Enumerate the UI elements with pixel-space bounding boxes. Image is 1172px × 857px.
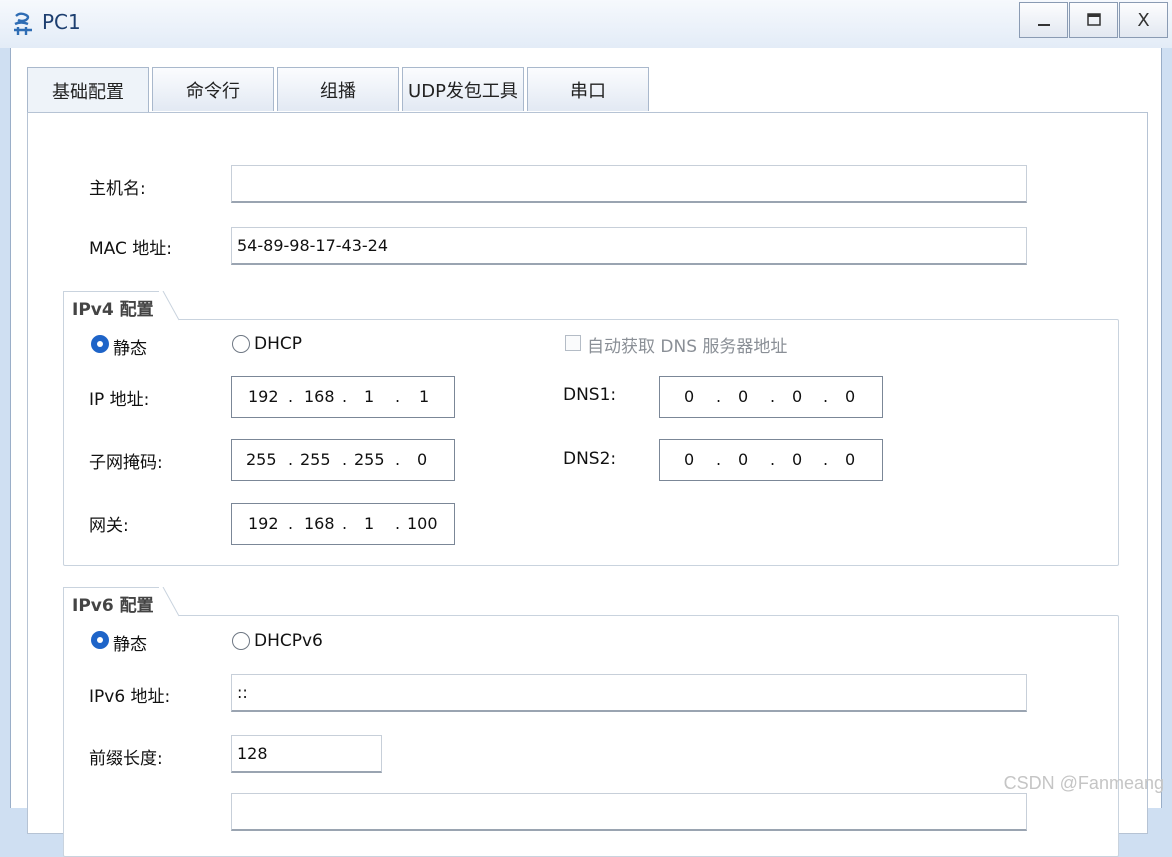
dns1-octet-4: 0: [845, 387, 856, 406]
hostname-input[interactable]: [231, 165, 1027, 203]
dns1-field[interactable]: 0 . 0 . 0 . 0: [659, 376, 883, 418]
ipv6-dhcp-radio[interactable]: [232, 632, 250, 650]
ip-octet-1: 192: [248, 387, 279, 406]
dns1-label: DNS1:: [563, 385, 617, 405]
mac-label: MAC 地址:: [89, 239, 172, 259]
basic-config-panel: 主机名: MAC 地址: 54-89-98-17-43-24 IPv4 配置 静…: [27, 112, 1148, 857]
gateway-octet-1: 192: [248, 514, 279, 533]
auto-dns-label: 自动获取 DNS 服务器地址: [587, 337, 788, 357]
subnet-mask-field[interactable]: 255 . 255 . 255 . 0: [231, 439, 455, 481]
ipv6-static-label: 静态: [113, 635, 147, 655]
minimize-icon: [1037, 24, 1050, 26]
title-bar: PC1 X: [0, 0, 1172, 48]
ipv6-static-radio[interactable]: [91, 631, 109, 649]
ip-dot: .: [395, 450, 401, 469]
tab-serial[interactable]: 串口: [527, 67, 649, 111]
ip-dot: .: [342, 387, 348, 406]
ipv6-address-field[interactable]: ::: [231, 674, 1027, 712]
gateway-octet-4: 100: [407, 514, 438, 533]
maximize-icon: [1086, 13, 1101, 26]
ip-dot: .: [395, 514, 401, 533]
dns1-octet-1: 0: [684, 387, 695, 406]
dns2-label: DNS2:: [563, 449, 617, 469]
ip-octet-3: 1: [364, 387, 375, 406]
ip-octet-2: 168: [304, 387, 335, 406]
prefix-length-label: 前缀长度:: [89, 749, 163, 769]
ip-dot: .: [288, 450, 294, 469]
ipv4-static-radio[interactable]: [91, 335, 109, 353]
mask-octet-2: 255: [300, 450, 331, 469]
ipv6-gateway-field[interactable]: [231, 793, 1027, 831]
mask-octet-1: 255: [246, 450, 277, 469]
ip-dot: .: [342, 450, 348, 469]
dns2-octet-2: 0: [738, 450, 749, 469]
tab-basic-config[interactable]: 基础配置: [27, 67, 149, 113]
ip-address-field[interactable]: 192 . 168 . 1 . 1: [231, 376, 455, 418]
gateway-octet-3: 1: [364, 514, 375, 533]
dns2-octet-3: 0: [792, 450, 803, 469]
mask-octet-4: 0: [417, 450, 428, 469]
gateway-label: 网关:: [89, 516, 129, 536]
dns2-octet-4: 0: [845, 450, 856, 469]
dns2-octet-1: 0: [684, 450, 695, 469]
ipv4-dhcp-radio[interactable]: [232, 335, 250, 353]
ip-dot: .: [716, 387, 722, 406]
auto-dns-checkbox[interactable]: [565, 335, 581, 351]
ipv4-tab-edge: [159, 291, 179, 321]
ipv4-group-title: IPv4 配置: [63, 291, 162, 322]
ipv4-dhcp-label: DHCP: [254, 334, 302, 354]
tab-udp-tool[interactable]: UDP发包工具: [402, 67, 524, 111]
close-button[interactable]: X: [1119, 2, 1168, 38]
ip-dot: .: [288, 514, 294, 533]
tab-multicast[interactable]: 组播: [277, 67, 399, 111]
ipv4-static-label: 静态: [113, 339, 147, 359]
dns1-octet-3: 0: [792, 387, 803, 406]
prefix-length-field[interactable]: 128: [231, 735, 382, 773]
tab-command-line[interactable]: 命令行: [152, 67, 274, 111]
ipv6-group-title: IPv6 配置: [63, 587, 162, 618]
mask-octet-3: 255: [354, 450, 385, 469]
dns2-field[interactable]: 0 . 0 . 0 . 0: [659, 439, 883, 481]
pc-app-icon: [14, 12, 32, 35]
maximize-button[interactable]: [1069, 2, 1118, 38]
ip-dot: .: [823, 450, 829, 469]
ipv6-dhcp-label: DHCPv6: [254, 631, 323, 651]
ip-dot: .: [770, 450, 776, 469]
gateway-octet-2: 168: [304, 514, 335, 533]
ip-octet-4: 1: [419, 387, 430, 406]
minimize-button[interactable]: [1019, 2, 1068, 38]
ip-dot: .: [770, 387, 776, 406]
window-body: 基础配置 命令行 组播 UDP发包工具 串口 主机名: MAC 地址: 54-8…: [10, 48, 1162, 857]
subnet-mask-label: 子网掩码:: [89, 453, 163, 473]
ip-dot: .: [342, 514, 348, 533]
ipv6-address-label: IPv6 地址:: [89, 687, 171, 707]
ip-dot: .: [716, 450, 722, 469]
ip-dot: .: [288, 387, 294, 406]
tab-strip: 基础配置 命令行 组播 UDP发包工具 串口: [27, 67, 652, 113]
mac-address-field[interactable]: 54-89-98-17-43-24: [231, 227, 1027, 265]
watermark: CSDN @Fanmeang: [1003, 773, 1164, 793]
gateway-field[interactable]: 192 . 168 . 1 . 100: [231, 503, 455, 545]
hostname-label: 主机名:: [89, 179, 146, 199]
ipv6-tab-edge: [159, 587, 179, 617]
ip-address-label: IP 地址:: [89, 390, 150, 410]
ip-dot: .: [395, 387, 401, 406]
dns1-octet-2: 0: [738, 387, 749, 406]
window-title: PC1: [42, 10, 81, 34]
close-icon: X: [1137, 9, 1150, 31]
ip-dot: .: [823, 387, 829, 406]
